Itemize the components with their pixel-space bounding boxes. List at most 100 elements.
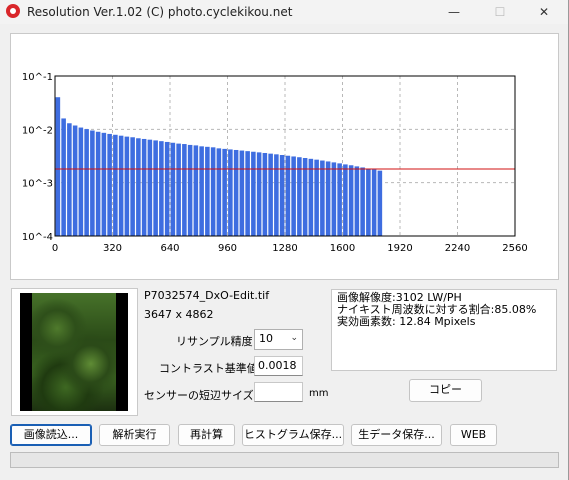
histogram-bar <box>222 148 227 236</box>
x-tick-label: 2560 <box>502 243 527 254</box>
results-textbox[interactable]: 画像解像度:3102 LW/PH ナイキスト周波数に対する割合:85.08% 実… <box>331 289 557 371</box>
histogram-bar <box>124 136 130 236</box>
histogram-bar <box>147 139 153 236</box>
histogram-bar <box>84 129 89 236</box>
x-tick-label: 0 <box>52 243 58 254</box>
x-tick-label: 2240 <box>445 243 470 254</box>
histogram-bar <box>251 151 256 236</box>
histogram-bar <box>256 152 262 236</box>
histogram-bar <box>302 158 308 236</box>
histogram-bar <box>55 97 61 236</box>
histogram-bar <box>337 163 342 236</box>
x-tick-label: 960 <box>218 243 237 254</box>
image-thumbnail <box>20 293 128 411</box>
x-tick-label: 1920 <box>387 243 412 254</box>
histogram-bar <box>136 138 141 236</box>
minimize-button[interactable]: — <box>431 0 477 24</box>
histogram-bar <box>377 170 383 236</box>
histogram-bar <box>159 141 164 236</box>
resample-select[interactable]: 10 ⌄ <box>254 329 303 350</box>
web-button[interactable]: WEB <box>450 424 497 446</box>
resample-label: リサンプル精度 <box>176 335 253 348</box>
histogram-bar <box>182 144 187 236</box>
histogram-bar <box>210 147 216 236</box>
histogram-bar <box>130 137 135 236</box>
y-tick-label: 10^-1 <box>22 72 53 83</box>
save-histogram-button[interactable]: ヒストグラム保存... <box>242 424 344 446</box>
histogram-chart-panel: 0 320 640 960 1280 1600 1920 2240 2560 10^-1 10^-2… <box>10 33 559 280</box>
histogram-chart: 0 320 640 960 1280 1600 1920 2240 2560 10^-1 10^-2… <box>22 72 528 254</box>
histogram-bar <box>233 149 239 236</box>
y-tick-label: 10^-3 <box>22 179 53 190</box>
histogram-bar <box>245 151 250 236</box>
histogram-bar <box>262 152 268 236</box>
histogram-bar <box>239 150 245 236</box>
histogram-bar <box>308 158 314 236</box>
close-button[interactable]: ✕ <box>521 0 567 24</box>
histogram-bar <box>193 145 199 236</box>
load-image-button[interactable]: 画像読込... <box>10 424 92 446</box>
histogram-bar <box>141 138 147 236</box>
thumbnail-photo <box>32 293 116 411</box>
image-thumbnail-panel <box>11 288 138 416</box>
histogram-bar <box>274 154 279 236</box>
window-title: Resolution Ver.1.02 (C) photo.cyclekikou… <box>27 5 293 19</box>
image-dimensions: 3647 x 4862 <box>144 308 214 321</box>
x-tick-label: 640 <box>160 243 179 254</box>
histogram-bar <box>118 135 124 236</box>
title-bar: Resolution Ver.1.02 (C) photo.cyclekikou… <box>0 0 569 24</box>
contrast-label: コントラスト基準値 <box>159 362 258 375</box>
histogram-bar <box>371 169 377 236</box>
sensor-size-unit: mm <box>309 388 329 399</box>
file-name: P7032574_DxO-Edit.tif <box>144 289 270 302</box>
y-tick-label: 10^-4 <box>22 232 53 243</box>
histogram-bar <box>343 164 348 236</box>
histogram-bar <box>72 125 78 236</box>
app-logo-icon <box>6 4 20 18</box>
histogram-bar <box>314 159 319 236</box>
histogram-bar <box>366 168 371 236</box>
histogram-bar <box>176 143 181 236</box>
analyze-button[interactable]: 解析実行 <box>99 424 170 446</box>
histogram-bar <box>228 149 233 236</box>
histogram-bar <box>360 167 365 236</box>
histogram-bar <box>101 132 107 236</box>
histogram-bar <box>285 155 291 236</box>
histogram-bar <box>170 142 176 236</box>
contrast-input[interactable]: 0.0018 <box>254 356 303 376</box>
histogram-bar <box>216 148 222 236</box>
histogram-bar <box>279 155 285 236</box>
x-tick-label: 1600 <box>330 243 355 254</box>
histogram-bar <box>291 156 296 236</box>
histogram-bar <box>164 141 170 236</box>
histogram-bar <box>78 127 84 236</box>
histogram-bar <box>67 123 72 236</box>
recalculate-button[interactable]: 再計算 <box>178 424 235 446</box>
histogram-bar <box>187 144 193 236</box>
sensor-size-label: センサーの短辺サイズ <box>144 389 254 402</box>
histogram-bar <box>90 130 95 236</box>
histogram-bar <box>61 118 66 236</box>
x-tick-label: 1280 <box>272 243 297 254</box>
histogram-bar <box>348 165 354 236</box>
maximize-button[interactable]: ☐ <box>477 0 523 24</box>
histogram-bar <box>268 153 273 236</box>
histogram-bar <box>95 131 101 236</box>
histogram-bar <box>320 160 325 236</box>
result-effective-pixels: 実効画素数: 12.84 Mpixels <box>337 315 476 328</box>
chevron-down-icon: ⌄ <box>290 333 298 343</box>
histogram-bar <box>354 166 360 236</box>
sensor-size-input[interactable] <box>254 382 303 402</box>
x-tick-label: 320 <box>103 243 122 254</box>
histogram-bar <box>107 133 112 236</box>
progress-bar <box>10 452 559 468</box>
save-raw-data-button[interactable]: 生データ保存... <box>351 424 442 446</box>
histogram-bar <box>113 134 118 236</box>
y-tick-label: 10^-2 <box>22 125 53 136</box>
histogram-bar <box>205 146 210 236</box>
histogram-bar <box>199 146 204 236</box>
histogram-bar <box>325 161 331 236</box>
copy-button[interactable]: コピー <box>409 379 482 402</box>
histogram-bar <box>331 162 337 236</box>
histogram-bar <box>153 140 158 236</box>
